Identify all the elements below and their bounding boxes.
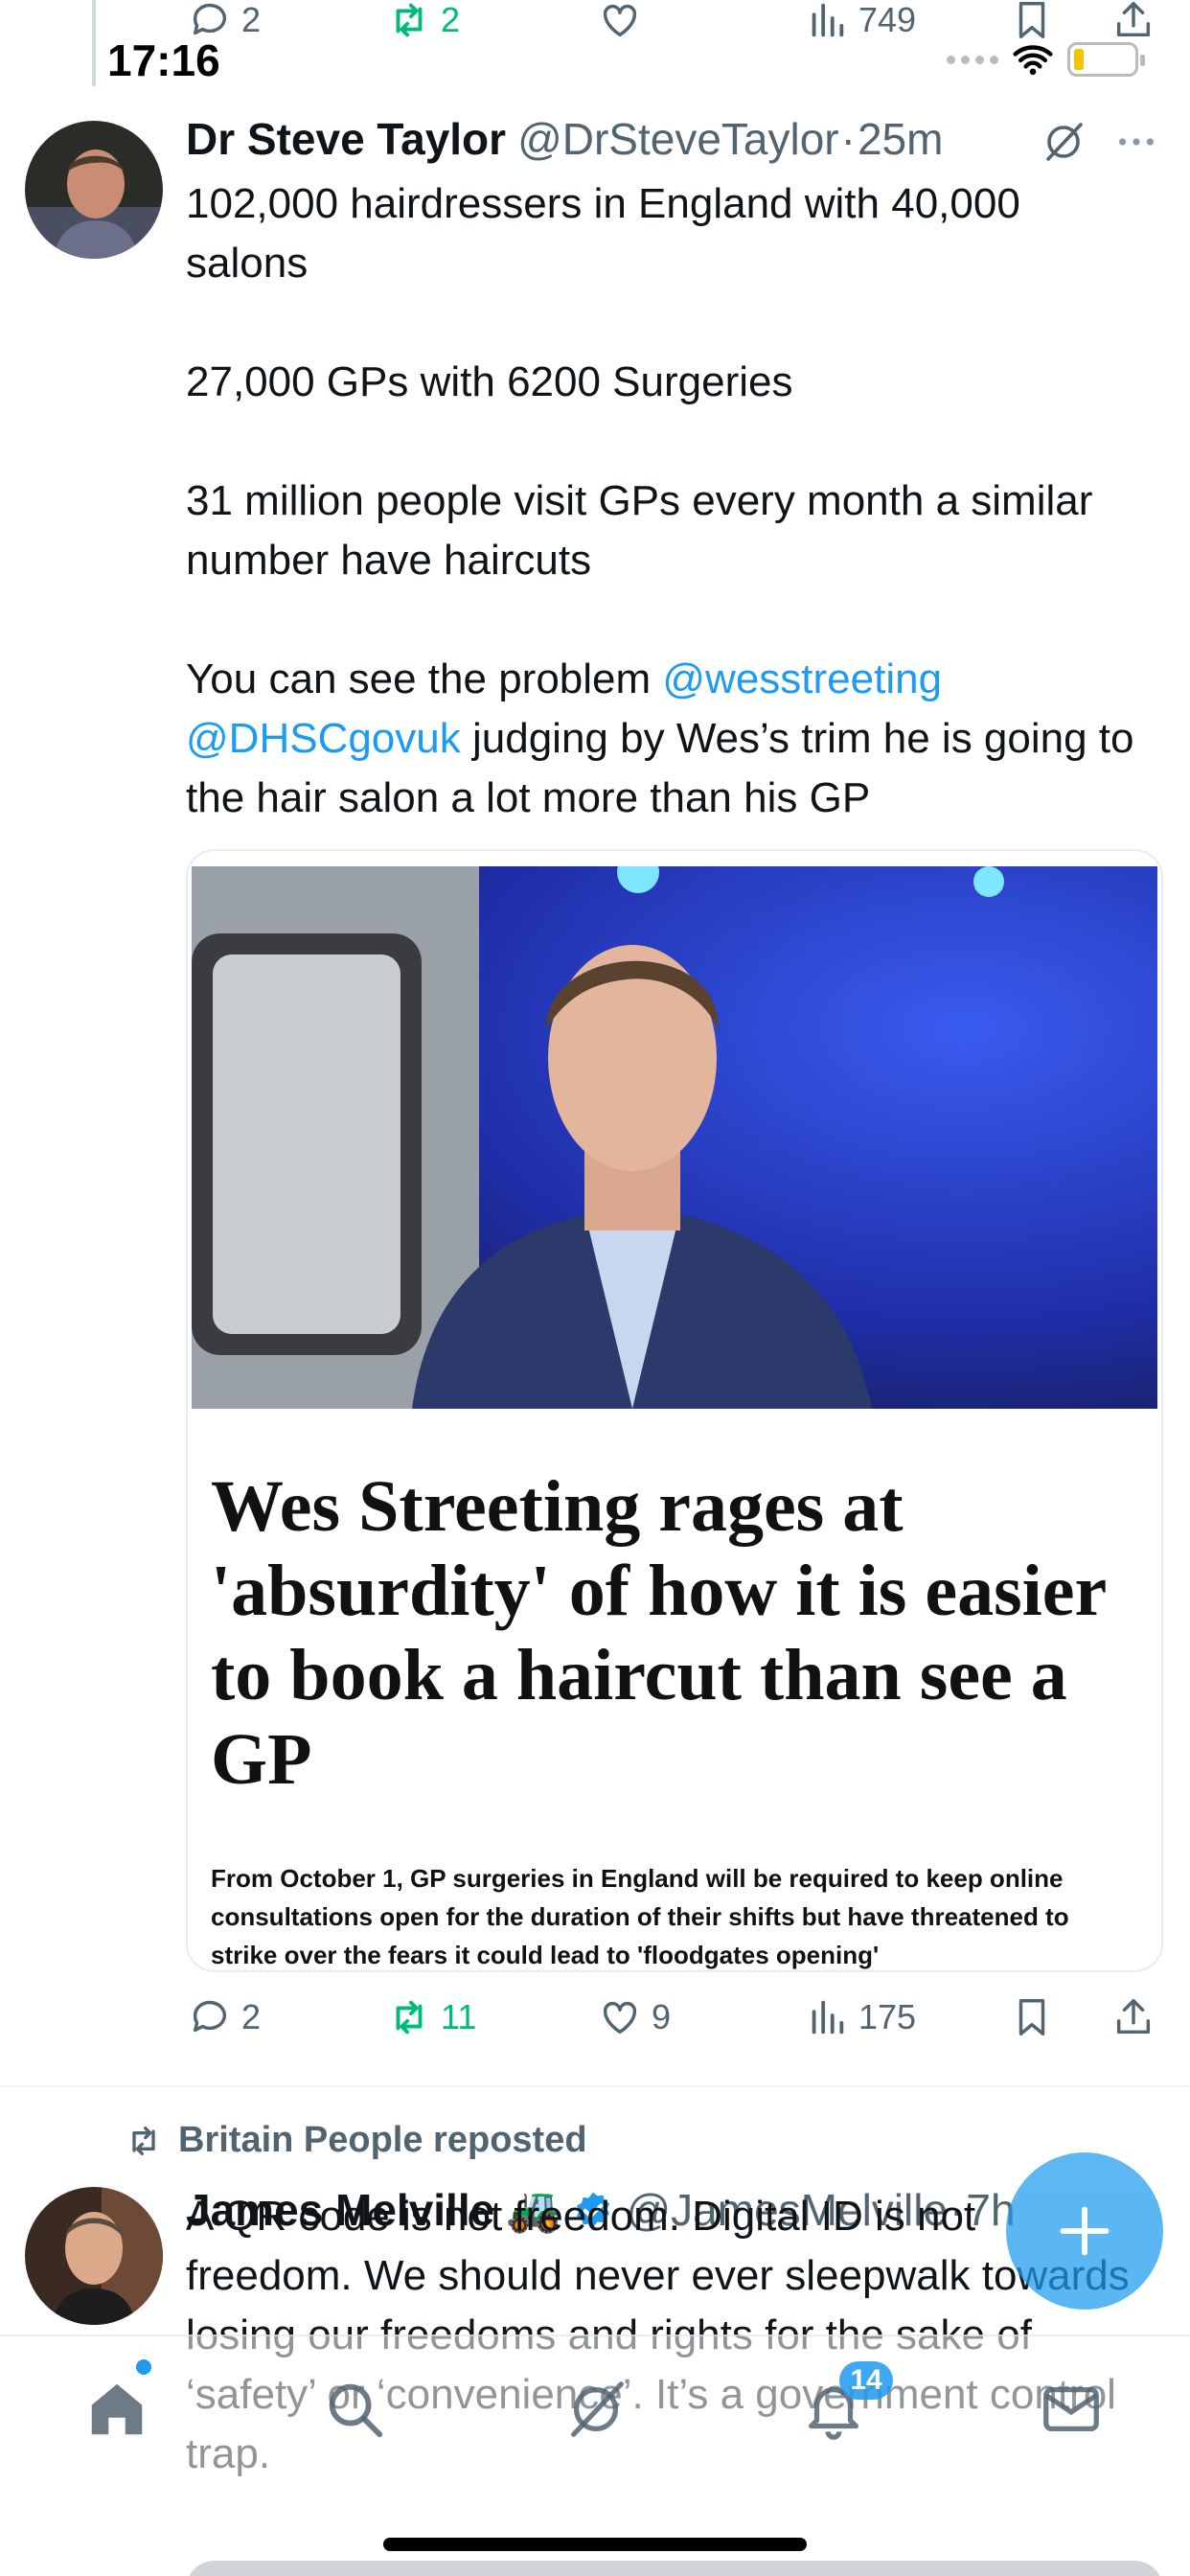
tweet-header: Dr Steve Taylor @DrSteveTaylor · 25m [186,113,943,165]
tweet-text: 102,000 hairdressers in England with 40,… [186,174,1144,887]
share-icon [1116,1999,1151,2035]
status-icons [947,42,1145,77]
tweet-paragraph: 31 million people visit GPs every month … [186,477,1093,584]
tab-home[interactable] [79,2371,155,2448]
author-handle[interactable]: @DrSteveTaylor [517,113,839,165]
tweet-paragraph: 102,000 hairdressers in England with 40,… [186,180,1020,287]
tweet-paragraph: 27,000 GPs with 6200 Surgeries [186,358,793,405]
status-time: 17:16 [107,35,220,85]
plus-icon [1060,2206,1110,2256]
heart-icon [603,2001,637,2035]
grok-icon [571,2381,624,2437]
link-card[interactable]: Wes Streeting rages at 'absurdity' of ho… [186,849,1163,1972]
mention-link[interactable]: @wesstreeting [662,656,942,702]
views-button[interactable]: 749 [805,0,916,42]
repost-icon [396,2000,423,2035]
tab-grok[interactable] [558,2371,634,2448]
repost-indicator[interactable]: Britain People reposted [123,2120,587,2161]
repost-count: 2 [441,0,461,39]
author-name[interactable]: Dr Steve Taylor [186,113,506,165]
bookmark-button[interactable] [1010,0,1054,42]
notifications-badge: 14 [839,2361,893,2400]
card-image [192,866,1157,1409]
more-icon [1119,138,1154,146]
views-icon [812,2000,844,2035]
share-icon [1116,2,1151,37]
repost-label: Britain People reposted [178,2120,587,2160]
reply-button[interactable]: 2 [188,1995,261,2039]
like-button[interactable]: 9 [598,1995,671,2039]
signal-icon [947,55,998,64]
grok-button[interactable] [1041,119,1087,170]
tab-search[interactable] [316,2371,393,2448]
like-button[interactable] [598,0,642,42]
views-icon [812,3,844,37]
mail-icon [1043,2386,1099,2432]
like-count: 9 [652,1997,672,2036]
tweet-time[interactable]: 25m [858,113,943,165]
battery-icon [1067,42,1145,77]
tweet-paragraph: You can see the problem @wesstreeting @D… [186,650,1144,828]
repost-count: 11 [441,1997,477,2036]
share-button[interactable] [1111,0,1156,42]
avatar[interactable] [25,2187,163,2325]
mention-link[interactable]: @DHSCgovuk [186,715,461,762]
tab-messages[interactable] [1033,2371,1110,2448]
wifi-icon [1013,45,1053,76]
views-button[interactable]: 175 [805,1995,916,2039]
repost-button[interactable]: 11 [387,1995,476,2039]
more-options-button[interactable] [1115,125,1157,164]
compose-button[interactable] [1006,2152,1163,2310]
heart-icon [603,4,637,37]
bookmark-icon [1018,1999,1045,2036]
repost-button[interactable]: 2 [387,0,460,42]
card-standfirst: From October 1, GP surgeries in England … [211,1864,1069,1969]
share-button[interactable] [1111,1995,1156,2039]
reply-count: 2 [241,1997,262,2036]
thread-line [92,0,96,86]
text-segment: You can see the problem [186,656,663,702]
repost-icon [396,3,423,37]
card-headline: Wes Streeting rages at 'absurdity' of ho… [211,1466,1106,1800]
home-indicator [383,2538,807,2551]
reply-count: 2 [241,0,262,39]
avatar[interactable] [25,121,163,259]
home-icon [91,2383,143,2435]
views-count: 749 [858,0,917,39]
home-unread-dot [136,2359,151,2375]
grok-icon [1046,123,1083,161]
repost-icon [132,2126,155,2155]
search-icon [329,2383,383,2438]
bookmark-button[interactable] [1010,1995,1054,2039]
separator: · [840,114,856,164]
reply-icon [193,2000,227,2033]
bookmark-icon [1018,2,1045,38]
tweet-divider [0,2085,1190,2087]
views-count: 175 [858,1997,917,2036]
